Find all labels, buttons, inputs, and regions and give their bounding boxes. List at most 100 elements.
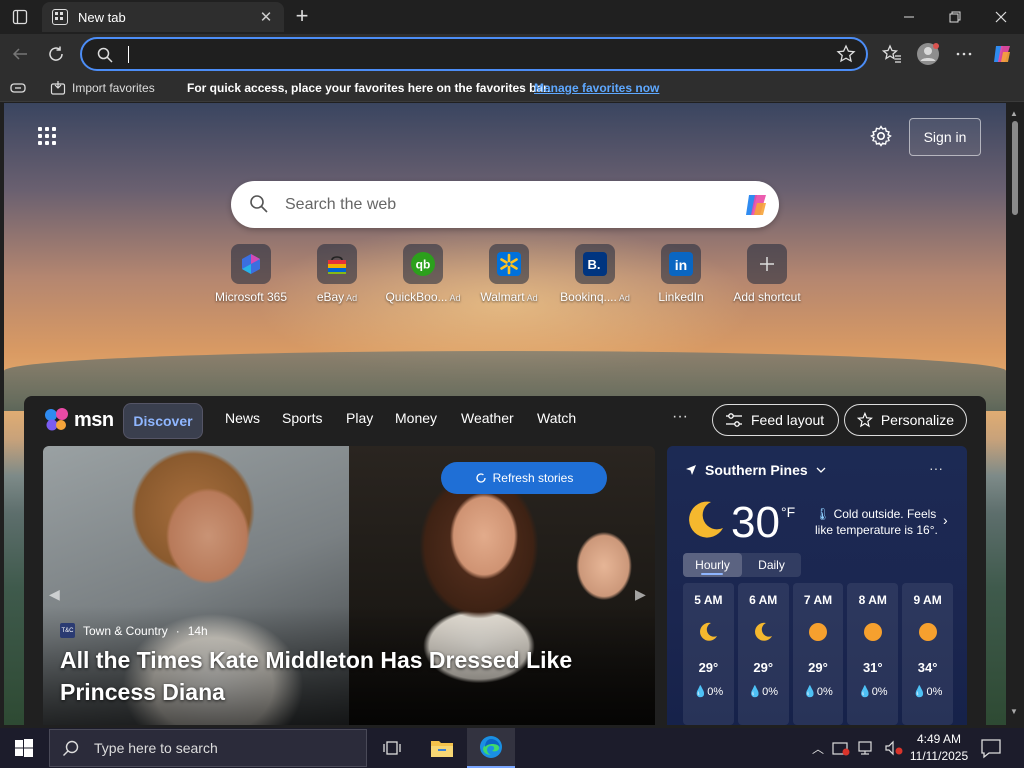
hour-time: 7 AM: [803, 593, 833, 607]
refresh-stories-button[interactable]: Refresh stories: [441, 462, 607, 494]
tab-play[interactable]: Play: [346, 410, 373, 426]
new-tab-button[interactable]: +: [290, 5, 314, 29]
shortcut-microsoft-365[interactable]: Microsoft 365: [209, 244, 293, 304]
avatar-icon: [917, 43, 939, 65]
tab-actions-button[interactable]: [8, 6, 32, 28]
weather-card[interactable]: Southern Pines ··· 30 °F 🌡 Cold outside.…: [667, 446, 967, 725]
page-scrollbar[interactable]: ▲ ▼: [1006, 103, 1024, 725]
svg-text:B.: B.: [588, 257, 601, 272]
close-window-button[interactable]: [978, 0, 1024, 34]
new-tab-favicon-icon: [52, 9, 68, 25]
tab-money[interactable]: Money: [395, 410, 437, 426]
restore-button[interactable]: [932, 0, 978, 34]
network-icon[interactable]: [858, 740, 876, 756]
system-tray: ︿: [812, 728, 904, 768]
profile-button[interactable]: [914, 40, 942, 68]
tab-sports[interactable]: Sports: [282, 410, 322, 426]
task-view-button[interactable]: [368, 728, 416, 768]
restore-icon: [949, 11, 961, 23]
tab-daily[interactable]: Daily: [742, 553, 801, 577]
minimize-button[interactable]: [886, 0, 932, 34]
refresh-icon: [476, 473, 486, 483]
taskbar-search-box[interactable]: Type here to search: [49, 729, 367, 767]
shortcut-linkedin[interactable]: in LinkedIn: [639, 244, 723, 304]
close-tab-icon[interactable]: ✕: [258, 8, 274, 26]
web-search-input[interactable]: [285, 192, 725, 218]
shortcut-label: Add shortcut: [733, 290, 801, 304]
tab-hourly[interactable]: Hourly: [683, 553, 742, 577]
favorites-icon: [882, 44, 901, 63]
settings-more-button[interactable]: [950, 40, 978, 68]
personalize-button[interactable]: Personalize: [844, 404, 967, 436]
previous-story-icon[interactable]: ◀: [49, 586, 60, 603]
gear-icon[interactable]: [870, 125, 892, 147]
sign-in-button[interactable]: Sign in: [909, 118, 981, 156]
shortcut-booking[interactable]: B. Bookinq.... Ad: [553, 244, 637, 304]
copilot-button[interactable]: [988, 40, 1016, 68]
temperature-unit: °F: [781, 504, 796, 520]
location-name: Southern Pines: [705, 462, 808, 478]
chevron-up-icon[interactable]: ︿: [812, 740, 824, 757]
ad-badge: Ad: [618, 293, 630, 303]
shortcut-quickbooks[interactable]: qb QuickBoo... Ad: [381, 244, 465, 304]
tab-discover[interactable]: Discover: [123, 403, 203, 439]
hour-time: 9 AM: [913, 593, 942, 607]
tab-news[interactable]: News: [225, 410, 260, 426]
favorites-button[interactable]: [878, 40, 906, 68]
add-shortcut-button[interactable]: Add shortcut: [725, 244, 809, 304]
shortcut-walmart[interactable]: Walmart Ad: [467, 244, 551, 304]
next-story-icon[interactable]: ▶: [635, 586, 646, 603]
scroll-up-icon[interactable]: ▲: [1010, 109, 1018, 118]
raindrop-icon: 💧: [748, 686, 763, 698]
address-bar[interactable]: [80, 37, 868, 71]
start-button[interactable]: [0, 728, 48, 768]
file-explorer-button[interactable]: [418, 728, 466, 768]
hour-slot[interactable]: 5 AM 29° 💧0%: [683, 583, 734, 725]
tab-new-tab[interactable]: New tab ✕: [42, 2, 284, 32]
hour-slot[interactable]: 6 AM 29° 💧0%: [737, 583, 789, 725]
security-icon[interactable]: [832, 740, 850, 756]
app-launcher-icon[interactable]: [38, 127, 58, 147]
feed-layout-button[interactable]: Feed layout: [712, 404, 839, 436]
address-input[interactable]: [130, 43, 810, 65]
edge-taskbar-button[interactable]: [467, 728, 515, 768]
system-clock[interactable]: 4:49 AM 11/11/2025: [905, 731, 973, 765]
shortcut-label: Bookinq....: [560, 290, 617, 304]
favorites-bar-message: For quick access, place your favorites h…: [187, 81, 551, 95]
favorites-bar-toggle-icon[interactable]: [10, 81, 26, 95]
copilot-icon[interactable]: [741, 190, 771, 220]
more-tabs-button[interactable]: ···: [672, 408, 688, 426]
weather-more-button[interactable]: ···: [929, 460, 943, 476]
volume-muted-icon[interactable]: [884, 740, 904, 756]
back-button[interactable]: [6, 40, 34, 68]
notifications-icon[interactable]: [980, 737, 1002, 759]
manage-favorites-link[interactable]: Manage favorites now: [534, 81, 659, 95]
tab-weather[interactable]: Weather: [461, 410, 514, 426]
msn-logo[interactable]: msn: [44, 408, 114, 432]
web-search-box[interactable]: [231, 181, 779, 228]
import-favorites-button[interactable]: Import favorites: [50, 80, 155, 96]
import-icon: [50, 81, 66, 95]
tab-watch[interactable]: Watch: [537, 410, 576, 426]
hero-story-card[interactable]: Refresh stories ◀ ▶ T&C Town & Country ·…: [43, 446, 655, 725]
task-view-icon: [383, 741, 401, 755]
forecast-tabs: Hourly Daily: [683, 553, 801, 577]
windows-taskbar: Type here to search ︿ 4:49 AM 11/11/2025: [0, 728, 1024, 768]
hourly-forecast: 5 AM 29° 💧0% 6 AM 29° 💧0% 7 AM 29° 💧0% 8…: [683, 583, 953, 725]
source-name: Town & Country: [83, 623, 168, 638]
hour-slot[interactable]: 7 AM 29° 💧0%: [792, 583, 844, 725]
hour-slot[interactable]: 9 AM 34° 💧0%: [902, 583, 953, 725]
weather-location[interactable]: Southern Pines: [685, 462, 826, 478]
shortcut-ebay[interactable]: eBay Ad: [295, 244, 379, 304]
hour-slot[interactable]: 8 AM 31° 💧0%: [847, 583, 899, 725]
shortcut-label: Walmart: [480, 290, 525, 304]
add-favorite-star-icon[interactable]: [836, 44, 856, 64]
story-headline[interactable]: All the Times Kate Middleton Has Dressed…: [60, 644, 600, 708]
sliders-icon: [726, 413, 742, 427]
scroll-down-icon[interactable]: ▼: [1010, 707, 1018, 716]
moon-icon: [755, 622, 773, 641]
refresh-button[interactable]: [42, 40, 70, 68]
chevron-right-icon[interactable]: ›: [943, 512, 948, 528]
scroll-thumb[interactable]: [1012, 121, 1018, 215]
hour-temp: 29°: [808, 660, 828, 675]
